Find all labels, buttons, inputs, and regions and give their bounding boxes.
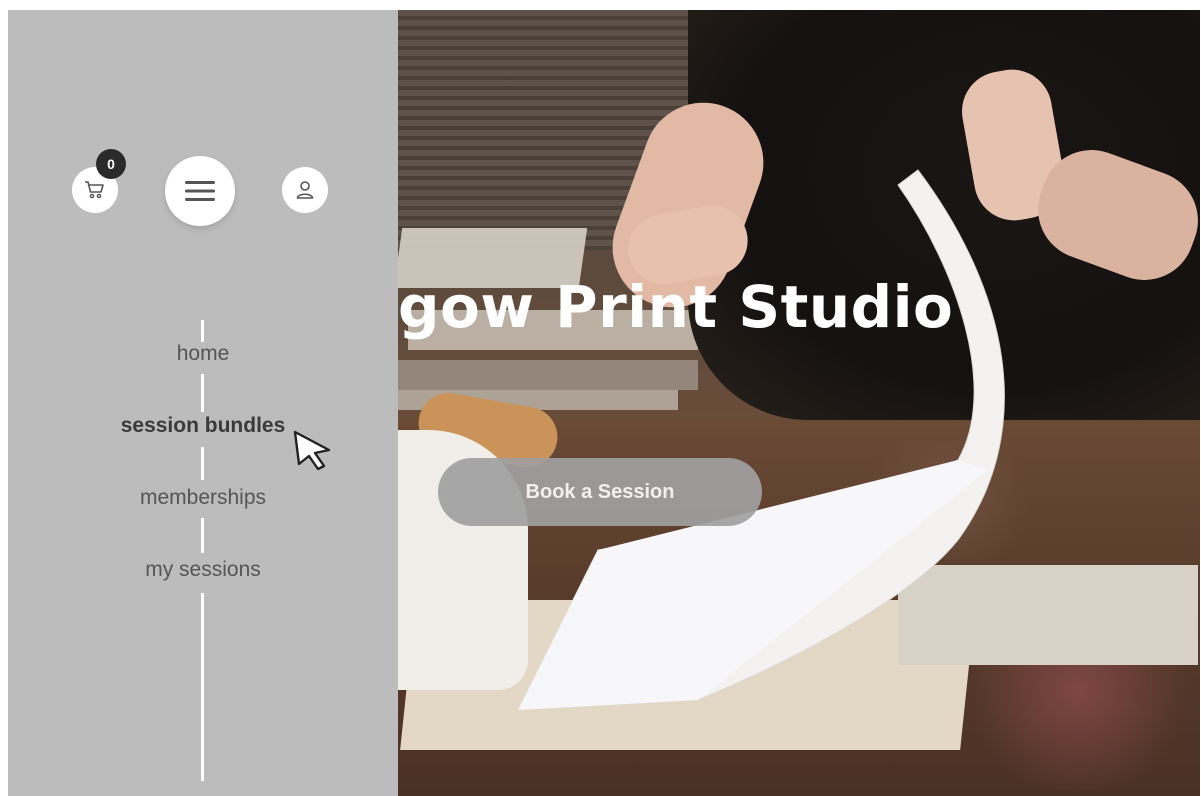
nav-divider — [201, 374, 204, 412]
book-session-button[interactable]: Book a Session — [438, 458, 762, 526]
nav-divider — [201, 518, 204, 553]
cart-count-badge: 0 — [96, 149, 126, 179]
hero-section: gow Print Studio Book a Session — [398, 10, 1200, 796]
mouse-cursor-icon — [293, 430, 331, 471]
nav-item-memberships[interactable]: memberships — [8, 486, 398, 510]
page-frame: gow Print Studio Book a Session 0 home s… — [8, 10, 1200, 796]
cart-icon — [85, 181, 104, 199]
nav-divider — [201, 593, 204, 781]
user-icon — [296, 181, 314, 199]
nav-item-home[interactable]: home — [8, 342, 398, 366]
nav-divider — [201, 320, 204, 342]
hamburger-menu-icon — [185, 181, 215, 201]
user-account-button[interactable] — [282, 167, 328, 213]
nav-item-my-sessions[interactable]: my sessions — [8, 558, 398, 582]
nav-divider — [201, 447, 204, 480]
nav-item-session-bundles[interactable]: session bundles — [8, 414, 398, 438]
hero-headline: gow Print Studio — [398, 273, 954, 341]
hero-print-sheet — [517, 169, 1005, 711]
sidebar-menu: 0 home session bundles memberships my se… — [8, 10, 398, 796]
menu-button[interactable] — [165, 156, 235, 226]
